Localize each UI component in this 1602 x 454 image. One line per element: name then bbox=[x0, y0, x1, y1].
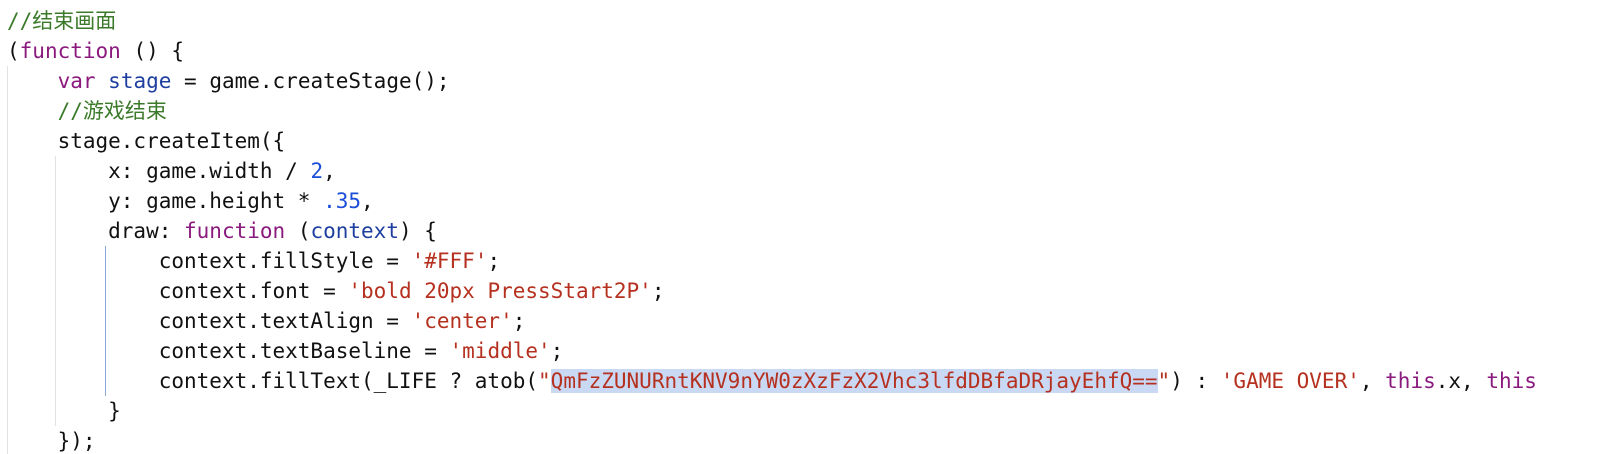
code-token-plain: } bbox=[7, 399, 121, 423]
code-token-this: this bbox=[1486, 369, 1537, 393]
code-token-num: 2 bbox=[310, 159, 324, 183]
code-token-plain: = game.createStage(); bbox=[171, 69, 450, 93]
code-token-str: 'bold 20px PressStart2P' bbox=[348, 279, 652, 303]
code-token-plain: ) { bbox=[398, 219, 437, 243]
code-token-plain: draw: bbox=[7, 219, 185, 243]
code-line[interactable]: context.font = 'bold 20px PressStart2P'; bbox=[7, 276, 665, 306]
code-token-plain: ; bbox=[487, 249, 501, 273]
code-token-kw: function bbox=[19, 39, 121, 63]
code-token-plain: , bbox=[361, 189, 374, 213]
code-line[interactable]: //结束画面 bbox=[7, 6, 116, 36]
code-line[interactable]: context.fillStyle = '#FFF'; bbox=[7, 246, 500, 276]
code-token-str: '#FFF' bbox=[411, 249, 488, 273]
code-token-plain: context.fillStyle = bbox=[7, 249, 412, 273]
code-token-str: 'GAME OVER' bbox=[1220, 369, 1360, 393]
code-line[interactable]: //游戏结束 bbox=[7, 96, 167, 126]
code-token-plain: stage.createItem({ bbox=[7, 129, 286, 153]
code-token-str: 'center' bbox=[411, 309, 513, 333]
code-token-plain: y: game.height * bbox=[7, 189, 324, 213]
code-line[interactable]: x: game.width / 2, bbox=[7, 156, 336, 186]
code-token-plain: , bbox=[323, 159, 336, 183]
code-token-plain: context.textBaseline = bbox=[7, 339, 450, 363]
code-line[interactable]: stage.createItem({ bbox=[7, 126, 286, 156]
code-token-plain: ; bbox=[512, 309, 526, 333]
code-token-plain: .x, bbox=[1435, 369, 1487, 393]
code-editor[interactable]: //结束画面 (function () { var stage = game.cr… bbox=[0, 0, 1602, 454]
code-line[interactable]: y: game.height * .35, bbox=[7, 186, 374, 216]
code-token-plain: context.textAlign = bbox=[7, 309, 412, 333]
code-line[interactable]: var stage = game.createStage(); bbox=[7, 66, 450, 96]
code-line[interactable]: } bbox=[7, 396, 121, 426]
code-line[interactable]: (function () { bbox=[7, 36, 184, 66]
code-line[interactable]: context.textAlign = 'center'; bbox=[7, 306, 526, 336]
code-token-plain: ( bbox=[285, 219, 311, 243]
code-token-plain: () { bbox=[120, 39, 185, 63]
code-line[interactable]: context.textBaseline = 'middle'; bbox=[7, 336, 564, 366]
code-token-comment: //游戏结束 bbox=[57, 99, 167, 123]
code-line[interactable]: draw: function (context) { bbox=[7, 216, 437, 246]
code-token-plain: ; bbox=[550, 339, 564, 363]
code-token-plain: context.fillText(_LIFE ? atob( bbox=[7, 369, 539, 393]
code-token-plain: context.font = bbox=[7, 279, 349, 303]
code-token-plain: x: game.width / bbox=[7, 159, 311, 183]
code-line[interactable]: context.fillText(_LIFE ? atob("QmFzZUNUR… bbox=[7, 366, 1537, 396]
code-token-str: " bbox=[538, 369, 551, 393]
code-token-plain: }); bbox=[7, 429, 96, 453]
code-token-plain: ) : bbox=[1170, 369, 1221, 393]
code-token-var: context bbox=[310, 219, 399, 243]
code-token-plain: ; bbox=[651, 279, 665, 303]
selected-text: QmFzZUNURntKNV9nYW0zXzFzX2Vhc3lfdDBfaDRj… bbox=[550, 369, 1158, 393]
code-token-str: 'middle' bbox=[449, 339, 551, 363]
code-token-num: .35 bbox=[323, 189, 362, 213]
code-token-this: this bbox=[1385, 369, 1436, 393]
code-token-plain: , bbox=[1359, 369, 1386, 393]
code-line[interactable]: }); bbox=[7, 426, 96, 454]
code-token-kw: function bbox=[184, 219, 286, 243]
code-token-kw: var bbox=[57, 69, 96, 93]
code-token-comment: //结束画面 bbox=[7, 9, 117, 33]
code-token-var: stage bbox=[108, 69, 172, 93]
code-token-plain: ( bbox=[7, 39, 20, 63]
code-token-str: " bbox=[1157, 369, 1171, 393]
